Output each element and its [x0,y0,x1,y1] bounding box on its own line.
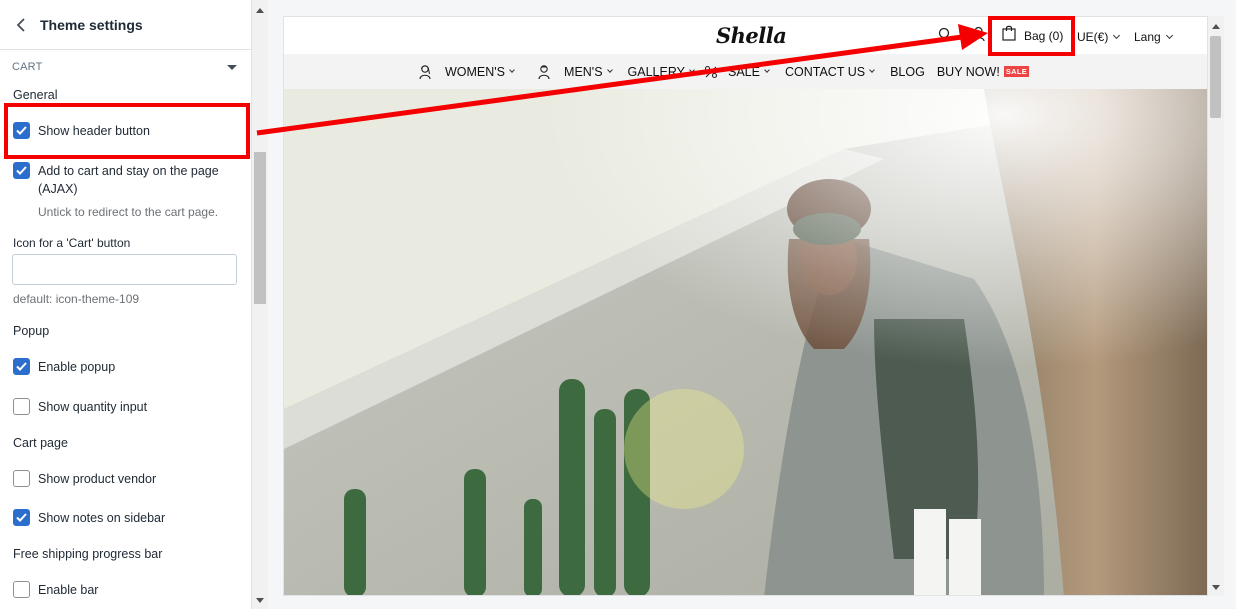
cart-page-heading: Cart page [13,436,68,450]
free-shipping-heading: Free shipping progress bar [13,547,163,561]
search-icon[interactable] [938,27,952,46]
scroll-up-arrow-icon[interactable] [1212,24,1220,29]
show-product-vendor-checkbox[interactable]: Show product vendor [13,470,156,488]
nav-womens[interactable]: WOMEN'S [445,64,515,79]
cart-icon-input[interactable] [12,254,237,285]
checkbox-label: Show notes on sidebar [38,511,166,525]
panel-scrollbar[interactable] [252,0,268,609]
scroll-down-arrow-icon[interactable] [256,598,264,603]
woman-figure-icon [417,64,433,80]
enable-bar-checkbox[interactable]: Enable bar [13,581,98,599]
chevron-down-icon [869,67,875,73]
nav-label: SALE [728,64,760,79]
nav-mens[interactable]: MEN'S [564,64,613,79]
show-quantity-input-checkbox[interactable]: Show quantity input [13,398,147,416]
scroll-down-arrow-icon[interactable] [1212,585,1220,590]
scroll-up-arrow-icon[interactable] [256,8,264,13]
ajax-checkbox[interactable]: Add to cart and stay on the page (AJAX) [13,162,238,198]
caret-down-icon [227,64,237,70]
checkbox-unchecked-icon[interactable] [13,581,30,598]
enable-popup-checkbox[interactable]: Enable popup [13,358,115,376]
main-nav: WOMEN'S MEN'S GALLERY SALE CONTACT US BL… [284,54,1207,89]
nav-label: CONTACT US [784,64,866,79]
store-logo[interactable]: Shella [716,23,787,48]
popup-heading: Popup [13,324,50,338]
chevron-down-icon [689,67,695,73]
chevron-down-icon [509,67,515,73]
cart-icon-default-hint: default: icon-theme-109 [13,292,140,306]
hero-image [284,89,1207,595]
nav-label: WOMEN'S [445,64,506,79]
man-figure-icon [536,64,552,80]
section-label: CART [12,61,43,73]
general-heading: General [13,88,58,102]
sale-badge: SALE [1003,66,1030,77]
nav-blog[interactable]: BLOG [890,65,925,79]
panel-scrollbar-thumb[interactable] [254,152,266,304]
ajax-help-text: Untick to redirect to the cart page. [38,205,219,219]
preview-scrollbar[interactable] [1208,16,1224,596]
nav-gallery[interactable]: GALLERY [627,64,695,79]
checkbox-checked-icon[interactable] [13,358,30,375]
currency-value: UE(€) [1077,30,1109,44]
cart-icon-field-label: Icon for a 'Cart' button [13,236,131,250]
annotation-highlight-bag [988,16,1075,56]
language-selector[interactable]: Lang [1134,30,1173,44]
theme-settings-panel: Theme settings CART General Show header … [0,0,252,609]
nav-buy-now[interactable]: BUY NOW! SALE [936,64,1030,79]
cart-section-toggle[interactable]: CART [12,58,237,76]
checkbox-label: Show quantity input [38,400,148,414]
checkbox-unchecked-icon[interactable] [13,470,30,487]
back-arrow-icon[interactable] [12,16,30,34]
hero-photo-illustration [284,89,1207,595]
show-notes-on-sidebar-checkbox[interactable]: Show notes on sidebar [13,509,165,527]
nav-label: BLOG [890,64,925,79]
panel-header: Theme settings [0,0,251,50]
checkbox-label: Add to cart and stay on the page (AJAX) [38,164,219,196]
chevron-down-icon [1113,31,1121,40]
checkbox-checked-icon[interactable] [13,162,30,179]
nav-sale[interactable]: SALE [728,64,770,79]
language-value: Lang [1134,30,1161,44]
nav-contact-us[interactable]: CONTACT US [784,64,875,79]
percent-icon [704,65,718,79]
annotation-highlight-checkbox [4,103,250,159]
panel-title: Theme settings [40,16,143,33]
account-icon[interactable] [972,26,985,47]
preview-scrollbar-thumb[interactable] [1210,36,1221,118]
currency-selector[interactable]: UE(€) [1077,30,1121,44]
chevron-down-icon [1165,31,1173,40]
checkbox-label: Enable popup [38,360,116,374]
checkbox-label: Enable bar [38,583,99,597]
checkbox-label: Show product vendor [38,472,157,486]
nav-label: BUY NOW! [936,64,1000,79]
nav-label: GALLERY [627,64,685,79]
chevron-down-icon [606,67,613,73]
checkbox-checked-icon[interactable] [13,509,30,526]
nav-label: MEN'S [564,64,603,79]
store-preview: Shella Bag (0) UE(€) Lang WOMEN'S MEN'S … [283,16,1208,596]
checkbox-unchecked-icon[interactable] [13,398,30,415]
chevron-down-icon [764,67,770,73]
